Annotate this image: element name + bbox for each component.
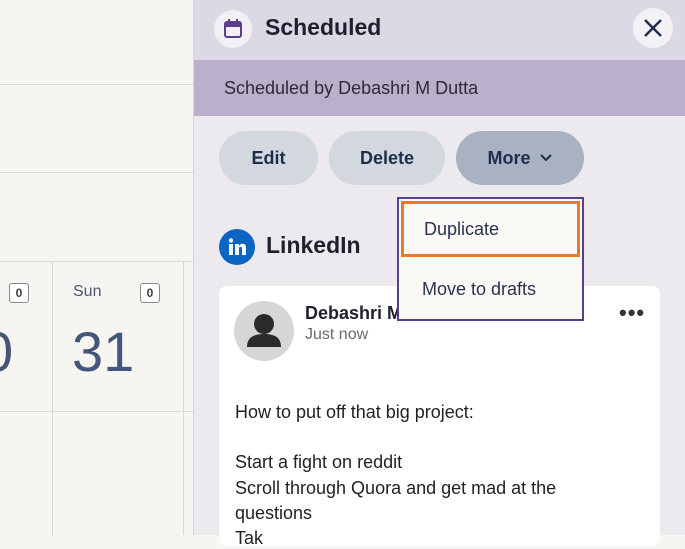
more-actions-menu: Duplicate Move to drafts [397, 197, 584, 321]
linkedin-icon [219, 229, 255, 265]
more-button[interactable]: More [456, 131, 584, 185]
post-text-line: questions [235, 503, 313, 523]
day-number: 0 [0, 324, 13, 380]
scheduled-by-banner: Scheduled by Debashri M Dutta [194, 60, 685, 116]
menu-item-duplicate[interactable]: Duplicate [401, 201, 580, 257]
network-name: LinkedIn [266, 232, 361, 258]
day-name: Sun [73, 283, 102, 300]
scheduled-by-text: Scheduled by Debashri M Dutta [224, 78, 479, 98]
post-preview-card: Debashri M Just now ••• How to put off t… [219, 286, 660, 548]
post-text-line: Start a fight on reddit [235, 452, 403, 472]
more-dots-icon[interactable]: ••• [619, 300, 645, 326]
delete-button[interactable]: Delete [329, 131, 445, 185]
calendar-day-saturday[interactable]: 0 0 [0, 262, 52, 412]
day-number: 31 [72, 320, 135, 383]
edit-button[interactable]: Edit [219, 131, 318, 185]
grid-line [183, 262, 184, 535]
menu-item-move-to-drafts[interactable]: Move to drafts [399, 260, 582, 318]
more-button-label: More [487, 147, 531, 168]
post-count-badge: 0 [140, 283, 160, 303]
chevron-down-icon [539, 154, 552, 162]
panel-header: Scheduled [194, 0, 685, 60]
post-text-line: How to put off that big project: [235, 402, 474, 422]
grid-line [0, 172, 193, 173]
grid-line [0, 84, 193, 85]
post-text-line: Scroll through Quora and get mad at the [235, 478, 557, 498]
panel-title: Scheduled [265, 14, 382, 40]
post-author: Debashri M [305, 303, 403, 323]
calendar-grid: 0 0 Sun 0 31 [0, 0, 193, 535]
calendar-icon [214, 10, 252, 48]
close-icon [644, 19, 662, 37]
post-count-badge: 0 [9, 283, 29, 303]
calendar-day-sunday[interactable]: Sun 0 31 [53, 262, 183, 412]
close-button[interactable] [633, 8, 673, 48]
avatar [234, 301, 294, 361]
post-text-line: Tak [235, 528, 264, 548]
post-time: Just now [305, 326, 369, 343]
